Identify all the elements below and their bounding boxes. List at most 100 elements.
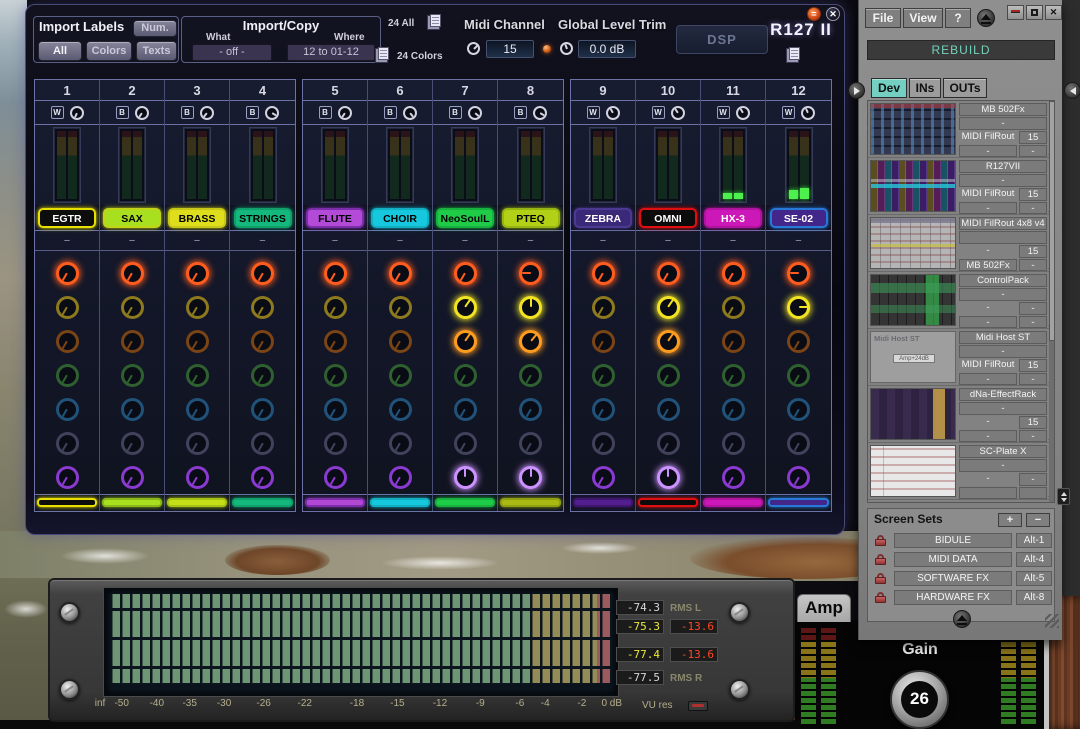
- lock-icon[interactable]: [875, 592, 886, 603]
- channel-value-display[interactable]: −: [165, 231, 229, 251]
- channel-knob[interactable]: [251, 432, 274, 455]
- channel-knob[interactable]: [657, 330, 680, 353]
- device-channel-field[interactable]: 15: [1019, 416, 1047, 429]
- channel-knob[interactable]: [787, 432, 810, 455]
- channel-number[interactable]: 6: [368, 80, 432, 101]
- channel-knob[interactable]: [389, 364, 412, 387]
- device-field[interactable]: -: [959, 316, 1017, 328]
- device-name-field[interactable]: R127VII: [959, 160, 1047, 173]
- channel-knob[interactable]: [56, 296, 79, 319]
- scroll-right-arrow-icon[interactable]: [1064, 82, 1080, 99]
- channel-knob[interactable]: [722, 330, 745, 353]
- channel-knob[interactable]: [592, 330, 615, 353]
- channel-value-display[interactable]: −: [100, 231, 164, 251]
- channel-mode-knob-icon[interactable]: [135, 106, 149, 120]
- channel-knob[interactable]: [251, 398, 274, 421]
- channel-knob[interactable]: [186, 466, 209, 489]
- plugin-copy-icon[interactable]: [789, 47, 800, 60]
- device-row[interactable]: ControlPack-----: [868, 272, 1054, 329]
- device-thumbnail[interactable]: [870, 388, 956, 440]
- device-field[interactable]: -: [959, 174, 1047, 187]
- channel-knob[interactable]: [592, 432, 615, 455]
- import-texts-button[interactable]: Texts: [136, 41, 177, 61]
- channel-knob[interactable]: [186, 364, 209, 387]
- channel-value-display[interactable]: −: [35, 231, 99, 251]
- lock-icon[interactable]: [875, 554, 886, 565]
- channel-knob[interactable]: [389, 330, 412, 353]
- device-field[interactable]: -: [1019, 145, 1047, 157]
- channel-knob[interactable]: [324, 262, 347, 285]
- screen-set-shortcut[interactable]: Alt-8: [1016, 590, 1052, 605]
- device-list-scrollbar[interactable]: [1049, 101, 1055, 502]
- device-row[interactable]: Midi Host STAmp+24dBMidi Host ST-MIDI Fi…: [868, 329, 1054, 386]
- channel-knob[interactable]: [519, 330, 542, 353]
- channel-knob[interactable]: [121, 398, 144, 421]
- channel-knob[interactable]: [787, 466, 810, 489]
- channel-knob[interactable]: [186, 262, 209, 285]
- channel-value-display[interactable]: −: [498, 231, 563, 251]
- device-field[interactable]: [959, 231, 1047, 244]
- global-trim-knob-icon[interactable]: [560, 42, 573, 55]
- midi-channel-value[interactable]: 15: [486, 40, 534, 58]
- channel-knob[interactable]: [722, 262, 745, 285]
- channel-knob[interactable]: [519, 398, 542, 421]
- device-channel-field[interactable]: 15: [1019, 131, 1047, 144]
- channel-knob[interactable]: [324, 364, 347, 387]
- device-thumbnail[interactable]: [870, 103, 956, 155]
- channel-knob[interactable]: [592, 466, 615, 489]
- device-name-field[interactable]: ControlPack: [959, 274, 1047, 287]
- channel-value-display[interactable]: −: [701, 231, 765, 251]
- device-row[interactable]: MIDI FilRout 4x8 v4-15MB 502Fx-: [868, 215, 1054, 272]
- channel-mode-toggle[interactable]: B: [514, 106, 527, 119]
- screen-set-add-button[interactable]: +: [998, 513, 1022, 527]
- amp-window-tab[interactable]: Amp: [797, 594, 851, 622]
- copy-24-all-icon[interactable]: [430, 14, 441, 27]
- screen-set-name[interactable]: MIDI DATA: [894, 552, 1012, 567]
- device-field[interactable]: -: [959, 459, 1047, 472]
- screen-set-name[interactable]: SOFTWARE FX: [894, 571, 1012, 586]
- channel-number[interactable]: 1: [35, 80, 99, 101]
- channel-knob[interactable]: [787, 296, 810, 319]
- channel-mode-knob-icon[interactable]: [801, 106, 815, 120]
- channel-mode-knob-icon[interactable]: [468, 106, 482, 120]
- channel-mode-toggle[interactable]: W: [51, 106, 64, 119]
- dsp-button[interactable]: DSP: [676, 25, 768, 54]
- device-channel-field[interactable]: 15: [1019, 245, 1047, 258]
- channel-knob[interactable]: [324, 432, 347, 455]
- channel-knob[interactable]: [56, 330, 79, 353]
- channel-label-button[interactable]: OMNI: [639, 208, 697, 228]
- what-dropdown[interactable]: - off -: [192, 44, 272, 61]
- device-field[interactable]: -: [959, 345, 1047, 358]
- file-menu-button[interactable]: File: [865, 8, 901, 28]
- channel-mode-toggle[interactable]: B: [449, 106, 462, 119]
- channel-value-display[interactable]: −: [230, 231, 295, 251]
- channel-knob[interactable]: [592, 262, 615, 285]
- channel-knob[interactable]: [454, 262, 477, 285]
- channel-number[interactable]: 9: [571, 80, 635, 101]
- sidebar-close-icon[interactable]: ✕: [1045, 5, 1062, 20]
- device-thumbnail[interactable]: [870, 445, 956, 497]
- rebuild-button[interactable]: REBUILD: [867, 40, 1055, 60]
- channel-knob[interactable]: [722, 398, 745, 421]
- channel-knob[interactable]: [389, 262, 412, 285]
- device-field[interactable]: -: [959, 373, 1017, 385]
- channel-knob[interactable]: [389, 466, 412, 489]
- device-name-field[interactable]: SC-Plate X: [959, 445, 1047, 458]
- channel-knob[interactable]: [389, 432, 412, 455]
- channel-number[interactable]: 5: [303, 80, 367, 101]
- tab-dev[interactable]: Dev: [871, 78, 907, 98]
- device-row[interactable]: dNa-EffectRack--15--: [868, 386, 1054, 443]
- device-thumbnail[interactable]: [870, 217, 956, 269]
- device-row[interactable]: R127VII-MIDI FilRout15--: [868, 158, 1054, 215]
- channel-knob[interactable]: [787, 398, 810, 421]
- channel-knob[interactable]: [657, 398, 680, 421]
- tab-outs[interactable]: OUTs: [943, 78, 987, 98]
- channel-knob[interactable]: [519, 364, 542, 387]
- channel-knob[interactable]: [787, 364, 810, 387]
- device-field[interactable]: -: [1019, 316, 1047, 328]
- vu-res-button[interactable]: [688, 701, 708, 711]
- device-channel-field[interactable]: -: [1019, 302, 1047, 315]
- device-channel-field[interactable]: 15: [1019, 359, 1047, 372]
- channel-mode-toggle[interactable]: B: [181, 106, 194, 119]
- channel-knob[interactable]: [324, 330, 347, 353]
